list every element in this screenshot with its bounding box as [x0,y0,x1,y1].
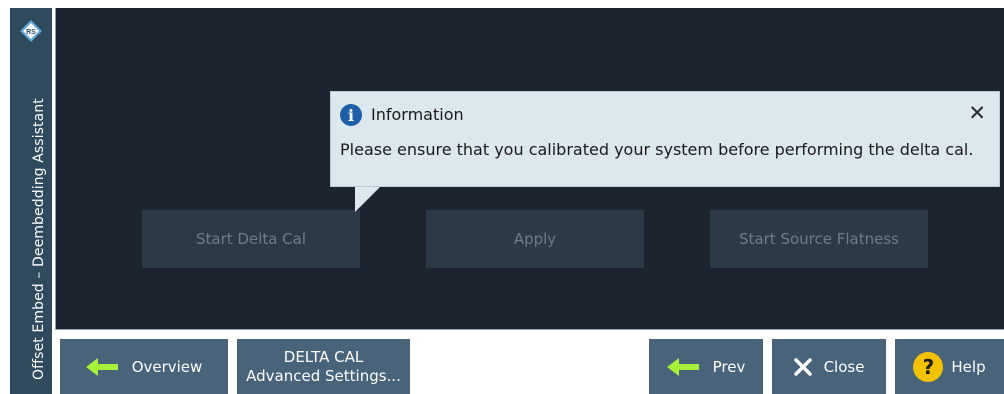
close-x-icon [793,357,812,376]
info-message: Please ensure that you calibrated your s… [340,140,974,159]
rohde-schwarz-logo-icon: RS [20,20,42,42]
delta-cal-label-line2: Advanced Settings... [246,366,401,385]
side-strip: RS Offset Embed – Deembedding Assistant [10,8,52,394]
prev-button[interactable]: Prev [649,339,763,394]
info-popup: i Information ✕ Please ensure that you c… [330,91,1000,187]
start-delta-cal-button[interactable]: Start Delta Cal [142,210,360,268]
svg-text:RS: RS [26,29,36,36]
close-label: Close [823,357,865,376]
overview-label: Overview [131,357,203,376]
start-delta-cal-label: Start Delta Cal [195,230,307,248]
delta-cal-label-line1: DELTA CAL [283,347,364,366]
side-title: Offset Embed – Deembedding Assistant [31,98,47,380]
close-icon[interactable]: ✕ [968,101,986,125]
delta-cal-advanced-settings-button[interactable]: DELTA CAL Advanced Settings... [237,339,410,394]
help-label: Help [951,357,986,376]
info-popup-pointer [355,186,381,212]
help-icon: ? [913,351,944,382]
help-button[interactable]: ? Help [895,339,1004,394]
apply-label: Apply [513,230,557,248]
info-icon: i [340,104,362,126]
app-window: RS Offset Embed – Deembedding Assistant … [0,0,1004,394]
start-source-flatness-button[interactable]: Start Source Flatness [710,210,928,268]
overview-button[interactable]: Overview [60,339,228,394]
arrow-left-icon [85,357,118,376]
close-button[interactable]: Close [772,339,886,394]
prev-label: Prev [712,357,746,376]
info-title: Information [371,105,464,124]
apply-button[interactable]: Apply [426,210,644,268]
start-source-flatness-label: Start Source Flatness [739,230,899,248]
arrow-left-icon [666,357,699,376]
